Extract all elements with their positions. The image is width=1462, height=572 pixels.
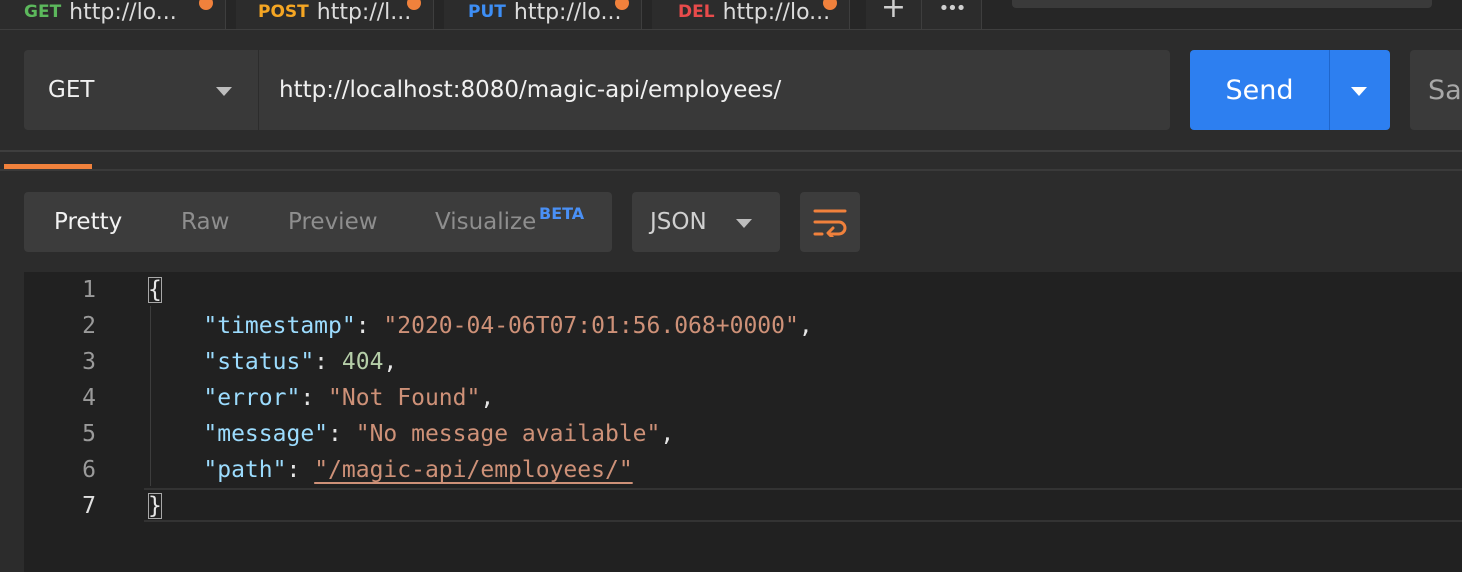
json-string-value: "Not Found": [328, 385, 481, 411]
unsaved-dot-icon: [199, 0, 213, 10]
code-line: 2 "timestamp": "2020-04-06T07:01:56.068+…: [24, 308, 1462, 344]
tab-url: http://lo...: [513, 0, 622, 25]
more-tabs-button[interactable]: •••: [922, 0, 982, 30]
tab-url: http://lo...: [69, 0, 177, 25]
request-tab-put[interactable]: PUT http://lo...: [444, 0, 642, 30]
line-number: 3: [82, 349, 96, 375]
code-line: 6 "path": "/magic-api/employees/": [24, 452, 1462, 488]
tab-url: http://l...: [316, 0, 412, 25]
chevron-down-icon: [1351, 87, 1367, 96]
tab-label: Visualize: [435, 209, 537, 235]
beta-badge: BETA: [539, 204, 585, 223]
add-tab-button[interactable]: +: [866, 0, 922, 30]
more-icon: •••: [938, 0, 967, 19]
save-button[interactable]: Save: [1410, 50, 1462, 130]
request-tab-get[interactable]: GET http://lo...: [0, 0, 226, 30]
environment-select[interactable]: [1012, 0, 1432, 8]
wrap-lines-button[interactable]: [800, 192, 860, 252]
send-button[interactable]: Send: [1190, 50, 1329, 130]
code-line: 1 {: [24, 272, 1462, 308]
close-brace: }: [148, 493, 162, 519]
request-tab-strip: GET http://lo... POST http://l... PUT ht…: [0, 0, 1462, 30]
method-select[interactable]: GET: [24, 50, 258, 130]
tabstrip-divider: [0, 29, 1462, 30]
json-string-value: "2020-04-06T07:01:56.068+0000": [383, 313, 799, 339]
tab-label: Pretty: [54, 209, 123, 235]
open-brace: {: [148, 277, 162, 303]
line-number: 2: [82, 313, 96, 339]
tab-raw[interactable]: Raw: [181, 192, 229, 252]
wrap-lines-icon: [813, 209, 847, 237]
json-key: "error": [203, 385, 301, 411]
json-key: "timestamp": [203, 313, 356, 339]
response-body-editor[interactable]: 1 { 2 "timestamp": "2020-04-06T07:01:56.…: [24, 272, 1462, 572]
json-number-value: 404: [341, 349, 384, 375]
tab-method: GET: [24, 2, 62, 22]
line-number: 5: [82, 421, 96, 447]
code-line: 4 "error": "Not Found",: [24, 380, 1462, 416]
json-path-link[interactable]: "/magic-api/employees/": [314, 457, 633, 483]
format-label: JSON: [650, 209, 707, 235]
divider: [0, 150, 1462, 152]
json-string-value: "No message available": [355, 421, 661, 447]
tab-label: Preview: [288, 209, 378, 235]
plus-icon: +: [880, 0, 907, 25]
code-line: 7 }: [24, 488, 1462, 524]
json-key: "status": [203, 349, 315, 375]
line-number: 4: [82, 385, 96, 411]
tab-pretty[interactable]: Pretty: [54, 192, 122, 252]
tab-preview[interactable]: Preview: [288, 192, 378, 252]
chevron-down-icon: [736, 219, 752, 228]
save-label: Save: [1428, 74, 1462, 106]
tab-method: DEL: [678, 2, 715, 22]
code-line: 5 "message": "No message available",: [24, 416, 1462, 452]
tab-method: PUT: [468, 2, 506, 22]
chevron-down-icon: [216, 87, 232, 96]
request-tab-del[interactable]: DEL http://lo...: [652, 0, 850, 30]
send-options-button[interactable]: [1329, 50, 1390, 130]
tab-method: POST: [258, 2, 309, 22]
tab-url: http://lo...: [722, 0, 831, 25]
tab-visualize[interactable]: Visualize BETA: [435, 192, 605, 252]
format-select[interactable]: JSON: [632, 192, 780, 252]
line-number: 1: [82, 277, 96, 303]
divider: [0, 169, 1462, 171]
line-number: 7: [82, 493, 96, 519]
method-label: GET: [48, 77, 95, 103]
json-key: "path": [203, 457, 287, 483]
request-tab-post[interactable]: POST http://l...: [236, 0, 434, 30]
send-label: Send: [1225, 74, 1294, 106]
response-view-tabs: Pretty Raw Preview Visualize BETA: [24, 192, 612, 252]
json-key: "message": [203, 421, 329, 447]
unsaved-dot-icon: [615, 0, 629, 10]
unsaved-dot-icon: [407, 0, 421, 10]
tab-label: Raw: [181, 209, 230, 235]
line-number: 6: [82, 457, 96, 483]
unsaved-dot-icon: [823, 0, 837, 10]
url-input[interactable]: [258, 50, 1170, 130]
code-line: 3 "status": 404,: [24, 344, 1462, 380]
